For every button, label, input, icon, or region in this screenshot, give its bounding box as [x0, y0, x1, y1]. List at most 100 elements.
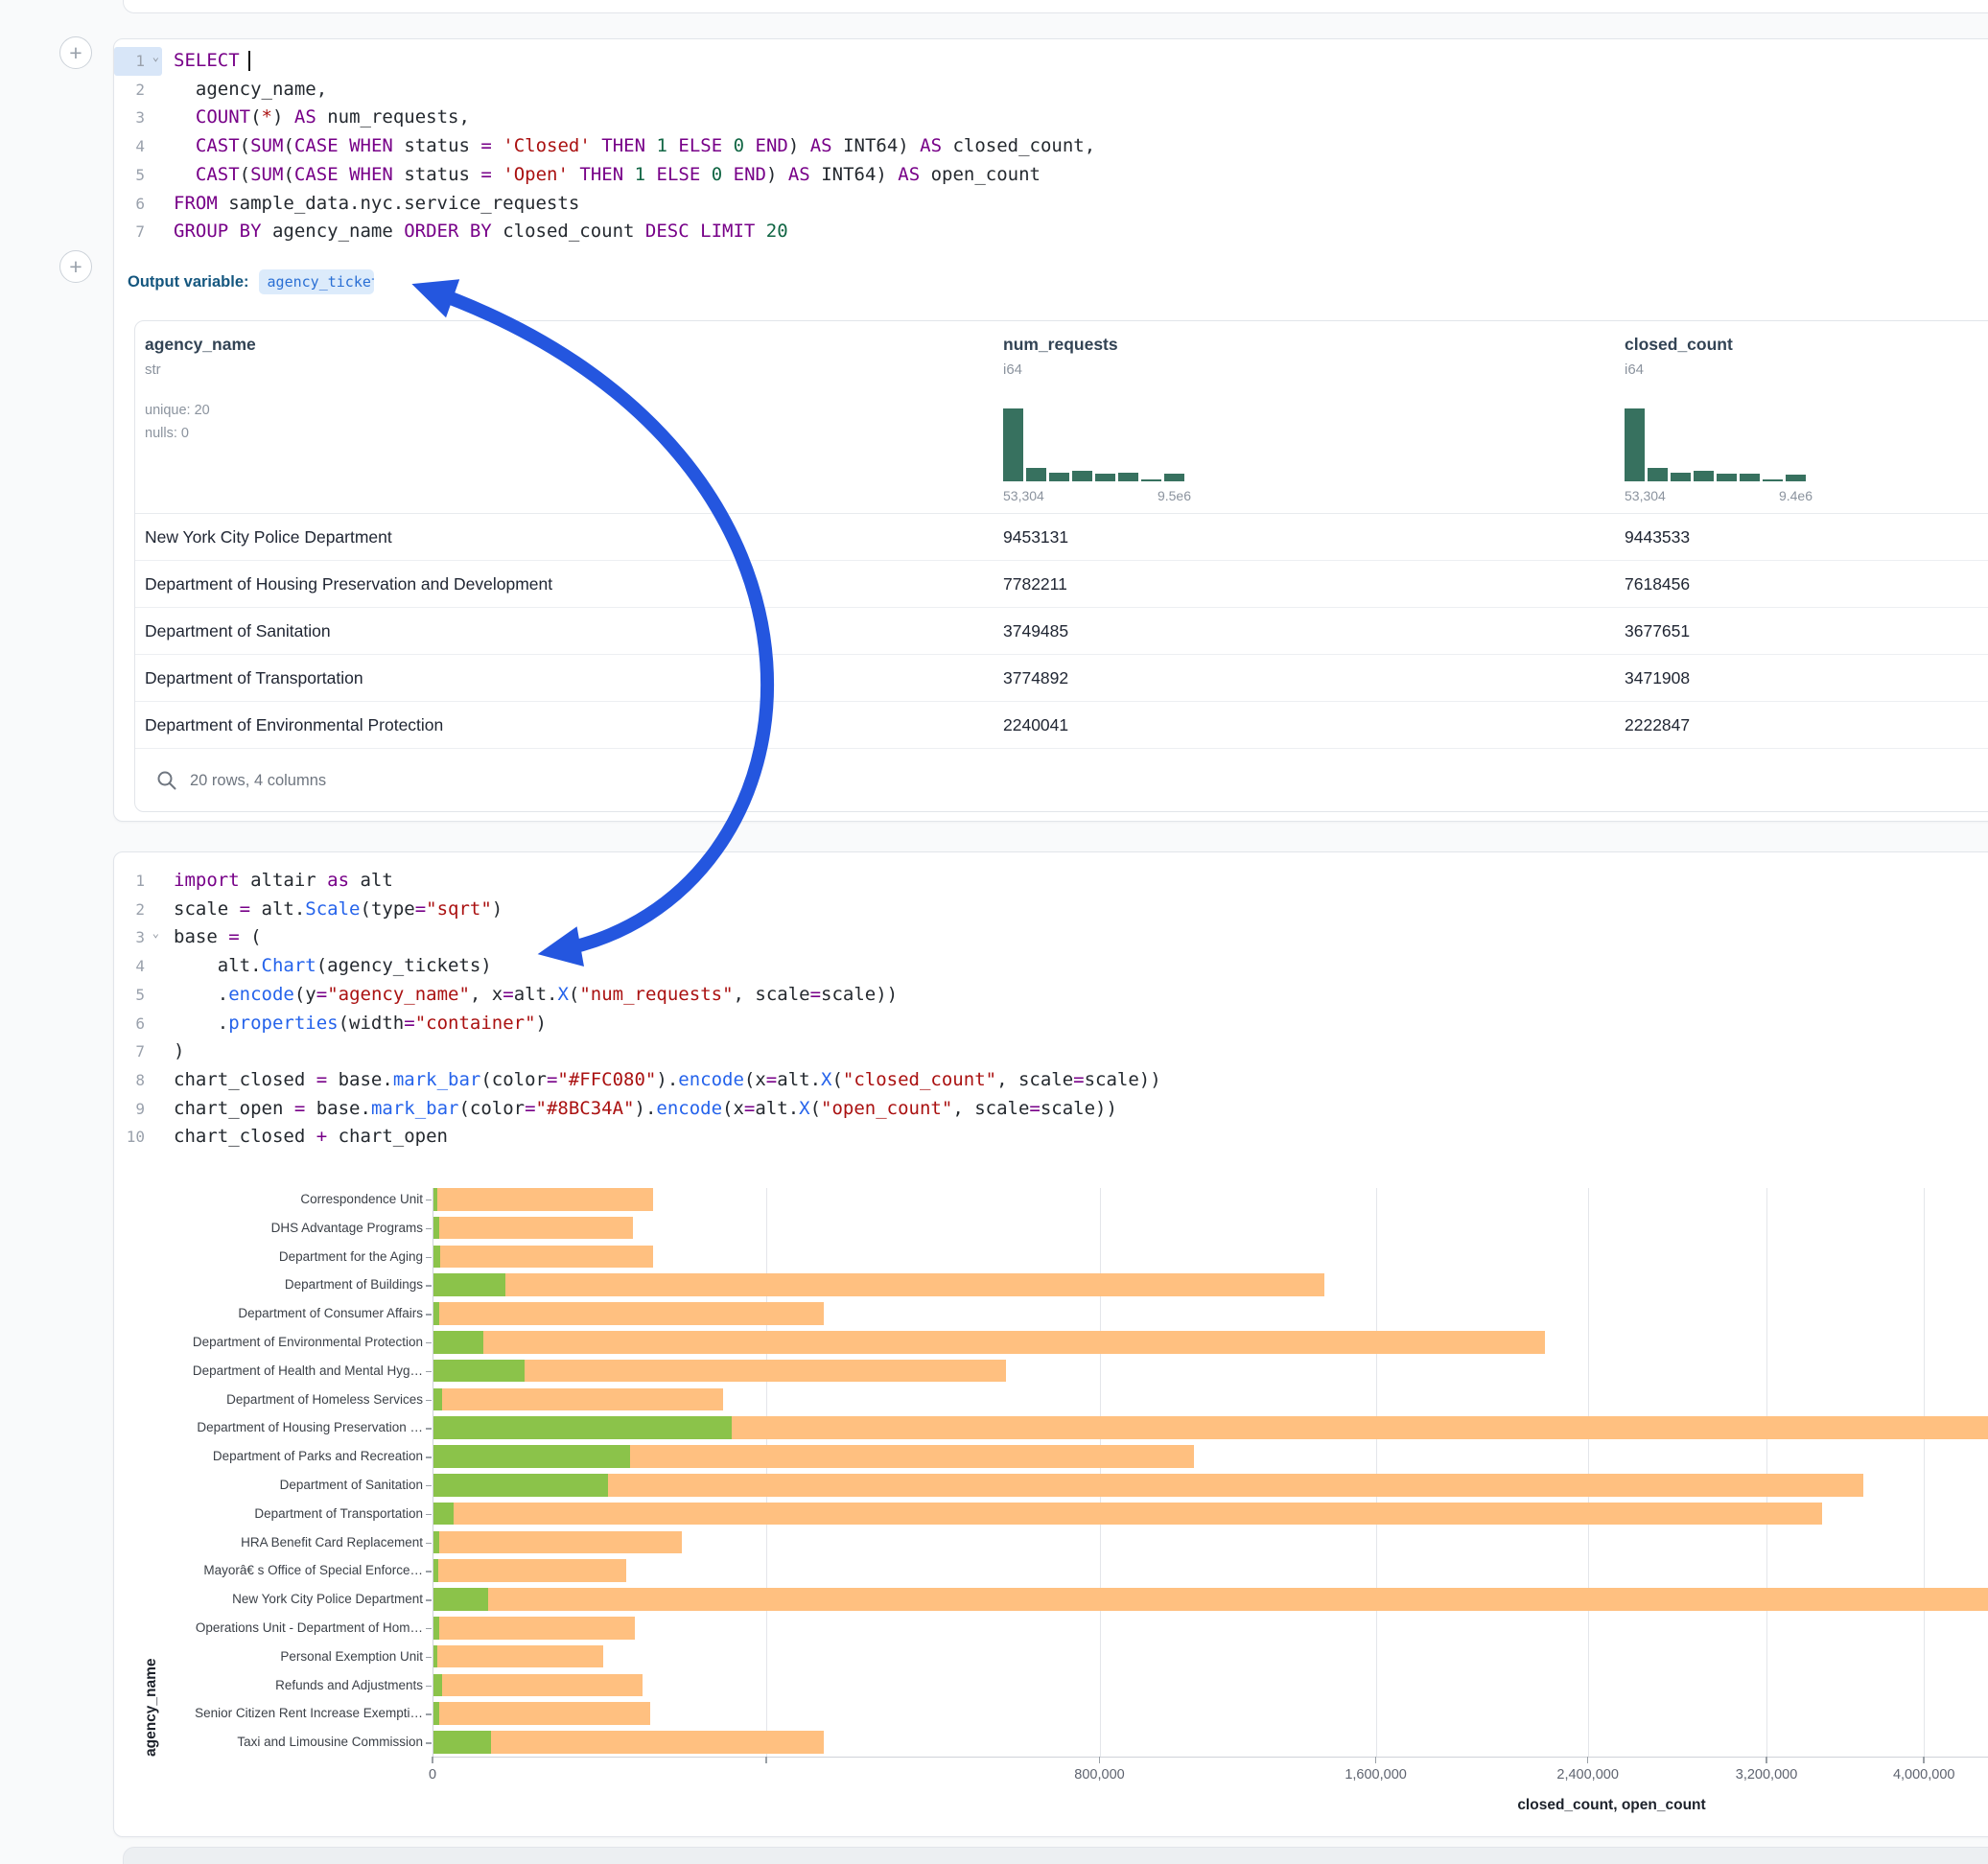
column-stats: unique: 20nulls: 0: [145, 399, 256, 445]
bar-closed_count: [433, 1246, 653, 1269]
line-number: 7: [114, 218, 162, 246]
add-cell-button[interactable]: +: [59, 36, 92, 69]
x-axis-tick-label: 800,000: [1033, 1767, 1167, 1782]
code-token: AS: [898, 164, 920, 185]
bar-open_count: [433, 1331, 483, 1354]
bar-closed_count: [433, 1331, 1545, 1354]
code-token: [174, 164, 196, 185]
code-token: closed_count,: [942, 135, 1095, 156]
histogram-bar: [1141, 479, 1161, 481]
cell-value: 2222847: [1625, 702, 1690, 749]
x-axis-tick-label: 1,600,000: [1309, 1767, 1443, 1782]
bar-open_count: [433, 1559, 438, 1582]
y-axis-label: Department of Consumer Affairs: [118, 1305, 423, 1322]
code-token: status: [393, 135, 481, 156]
code-token: [645, 164, 656, 185]
code-token: [339, 164, 349, 185]
code-token: ORDER BY: [404, 221, 492, 242]
collapse-chevron-icon[interactable]: ⌄: [152, 51, 159, 62]
x-axis-tick-label: 4,000,000: [1857, 1767, 1988, 1782]
code-token: CASE: [294, 135, 339, 156]
code-token: END: [734, 164, 766, 185]
code-token: [623, 164, 634, 185]
output-variable-tag[interactable]: agency_tickets: [259, 269, 374, 294]
code-text: FROM sample_data.nyc.service_requests: [174, 190, 579, 219]
code-token: 0: [712, 164, 722, 185]
code-token: [667, 135, 678, 156]
bar-closed_count: [433, 1188, 653, 1211]
code-token: *: [262, 106, 272, 128]
cell-agency-name: Department of Environmental Protection: [145, 702, 443, 749]
y-axis-title: agency_name: [143, 1185, 160, 1757]
x-axis-tick-label: 0: [365, 1767, 500, 1782]
bar-closed_count: [433, 1273, 1325, 1296]
code-token: WHEN: [349, 164, 393, 185]
code-token: [492, 164, 503, 185]
histogram-range: 53,3049.5e6: [1003, 488, 1191, 503]
x-axis-tick: [432, 1757, 433, 1763]
code-token: 0: [734, 135, 744, 156]
table-row: New York City Police Department945313194…: [135, 514, 1988, 561]
y-axis-label: Department of Buildings: [118, 1276, 423, 1293]
next-cell-edge: [123, 1847, 1988, 1864]
y-axis-tick: [426, 1200, 432, 1201]
bar-closed_count: [433, 1531, 682, 1554]
results-table: agency_namestrunique: 20nulls: 0num_requ…: [134, 320, 1988, 812]
cell-agency-name: Department of Housing Preservation and D…: [145, 561, 552, 608]
code-token: INT64): [832, 135, 921, 156]
code-line: 7 GROUP BY agency_name ORDER BY closed_co…: [114, 218, 1095, 246]
code-text: GROUP BY agency_name ORDER BY closed_cou…: [174, 218, 788, 246]
search-icon[interactable]: [156, 770, 177, 791]
sql-cell: 1⌄SELECT2 agency_name,3 COUNT(*) AS num_…: [113, 38, 1988, 822]
output-variable-label: Output variable:: [128, 273, 249, 291]
bar-open_count: [433, 1188, 437, 1211]
code-token: INT64): [810, 164, 899, 185]
y-axis-tick: [426, 1599, 432, 1601]
bar-open_count: [433, 1645, 437, 1668]
bar-open_count: [433, 1617, 440, 1640]
x-axis-line: [433, 1757, 1988, 1758]
line-number: 1⌄: [114, 47, 162, 76]
code-token: (: [283, 135, 293, 156]
table-row: Department of Transportation377489234719…: [135, 655, 1988, 702]
code-token: FROM: [174, 193, 218, 214]
y-axis-tick: [426, 1485, 432, 1487]
y-axis-tick: [426, 1371, 432, 1373]
y-axis-tick: [426, 1657, 432, 1659]
histogram-bar: [1118, 473, 1138, 481]
code-token: [569, 164, 579, 185]
table-row: Department of Environmental Protection 22…: [135, 702, 1988, 749]
line-number: 2: [114, 76, 162, 105]
range-max: 9.5e6: [1158, 488, 1191, 503]
code-token: LIMIT: [700, 221, 755, 242]
line-number: 3: [114, 104, 162, 132]
x-axis-tick: [1099, 1757, 1101, 1763]
code-token: CASE: [294, 164, 339, 185]
y-axis-label: Department of Transportation: [118, 1505, 423, 1523]
bar-chart: Correspondence UnitDHS Advantage Program…: [114, 852, 1988, 1836]
line-number: 5: [114, 161, 162, 190]
y-axis-label: Refunds and Adjustments: [118, 1677, 423, 1694]
code-line: 4 CAST(SUM(CASE WHEN status = 'Closed' T…: [114, 132, 1095, 161]
code-token: sample_data.nyc.service_requests: [218, 193, 580, 214]
table-row: Department of Sanitation37494853677651: [135, 608, 1988, 655]
add-cell-button[interactable]: +: [59, 250, 92, 283]
y-axis-tick: [426, 1686, 432, 1688]
table-body: New York City Police Department945313194…: [135, 514, 1988, 749]
code-token: AS: [810, 135, 832, 156]
code-text: CAST(SUM(CASE WHEN status = 'Closed' THE…: [174, 132, 1095, 161]
histogram-bar: [1072, 471, 1092, 481]
histogram-bar: [1003, 408, 1023, 481]
cell-value: 3749485: [1003, 608, 1068, 655]
histogram-bar: [1786, 475, 1806, 481]
gridline: [1588, 1188, 1589, 1757]
column-header: closed_counti6453,3049.4e6: [1625, 335, 1733, 378]
cell-value: 3471908: [1625, 655, 1690, 702]
y-axis-tick: [426, 1285, 432, 1287]
code-token: status: [393, 164, 481, 185]
code-token: THEN: [579, 164, 623, 185]
sql-editor[interactable]: 1⌄SELECT2 agency_name,3 COUNT(*) AS num_…: [114, 47, 1095, 246]
y-axis-label: Department of Housing Preservation …: [118, 1419, 423, 1436]
table-footer: 20 rows, 4 columns: [135, 750, 326, 811]
bar-open_count: [433, 1246, 441, 1269]
